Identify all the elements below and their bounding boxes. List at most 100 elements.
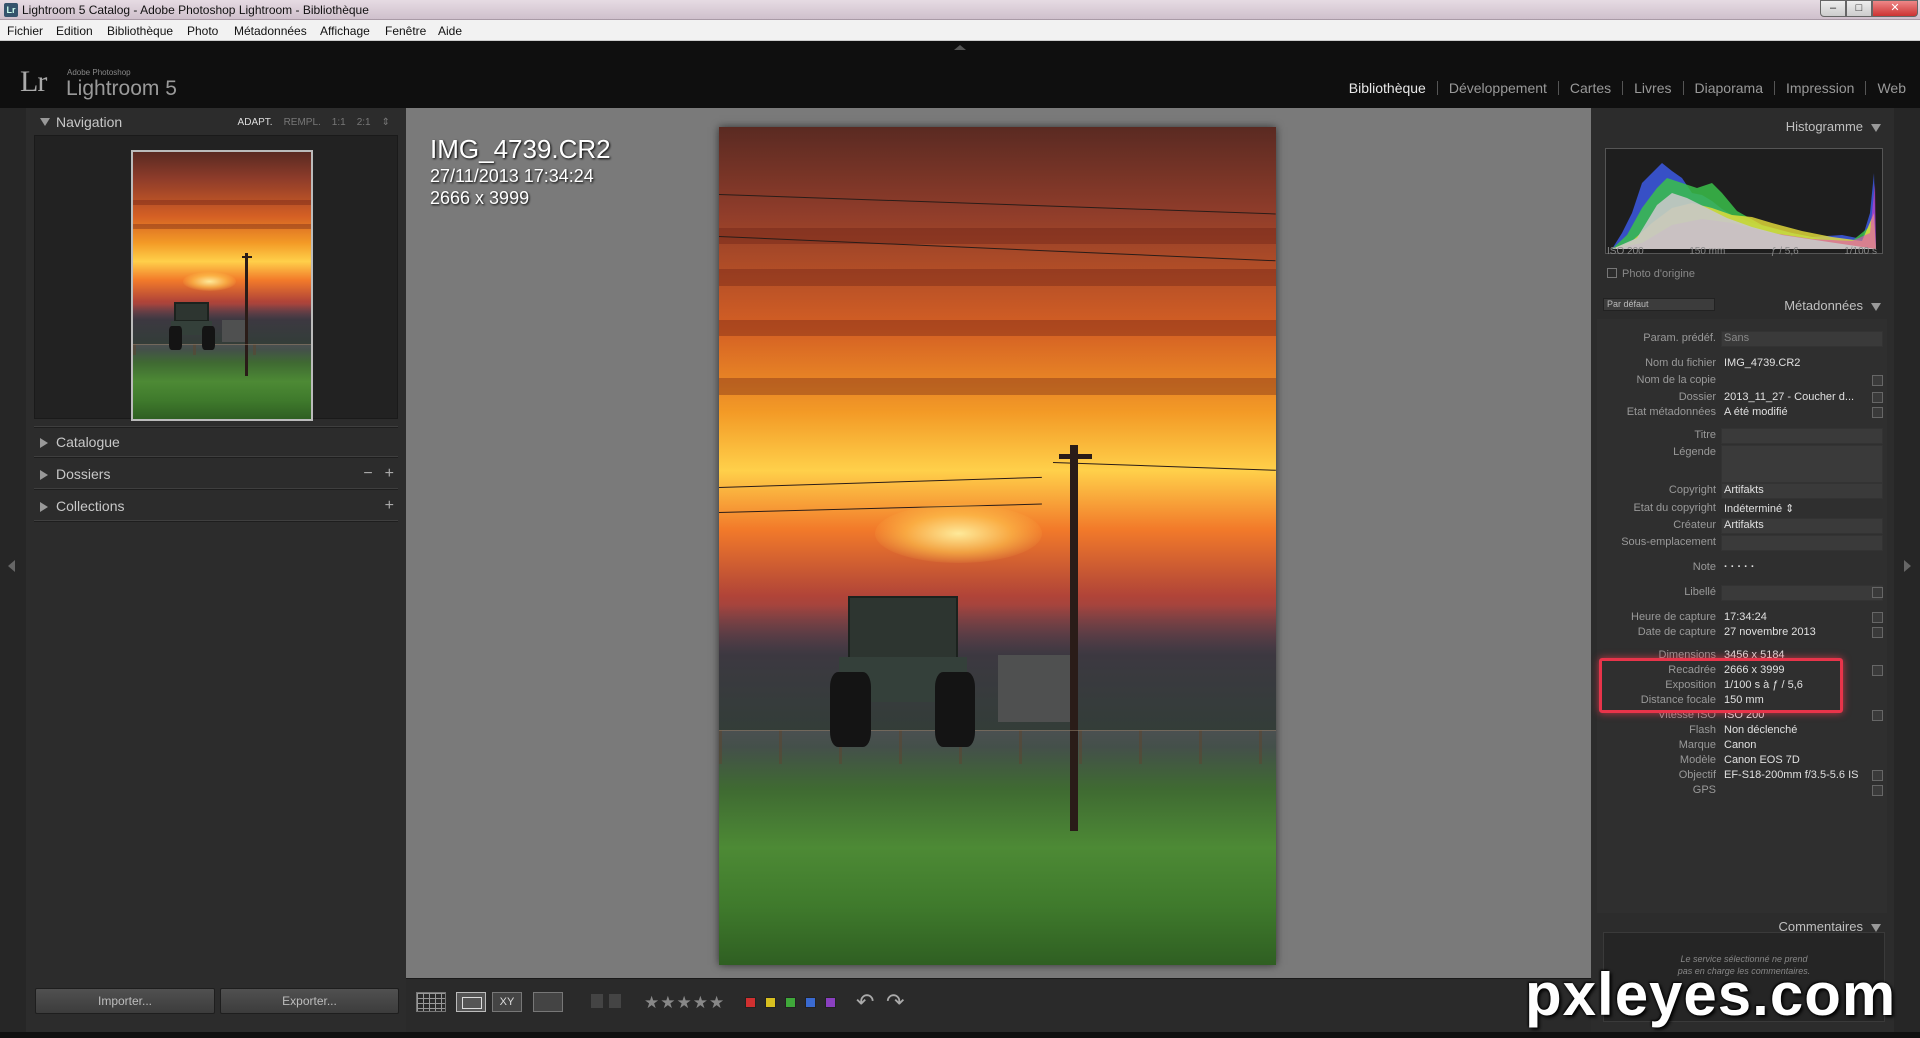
meta-value: Artifakts bbox=[1724, 519, 1764, 531]
add-collection-icon[interactable]: + bbox=[385, 497, 394, 515]
meta-action-icon[interactable] bbox=[1872, 770, 1883, 781]
dossiers-panel-header[interactable]: Dossiers − + bbox=[34, 464, 398, 486]
meta-action-icon[interactable] bbox=[1872, 612, 1883, 623]
right-panel-edge[interactable] bbox=[1894, 108, 1920, 1032]
flag-pick-icon[interactable] bbox=[591, 994, 603, 1008]
go-to-folder-icon[interactable] bbox=[1872, 392, 1883, 403]
collapse-right-icon[interactable] bbox=[1904, 560, 1911, 572]
module-web[interactable]: Web bbox=[1866, 81, 1906, 95]
module-livres[interactable]: Livres bbox=[1623, 81, 1684, 95]
meta-key: Créateur bbox=[1673, 519, 1716, 531]
meta-key: Modèle bbox=[1679, 754, 1716, 766]
menu-edition[interactable]: Edition bbox=[56, 24, 93, 38]
histogram[interactable] bbox=[1605, 148, 1883, 254]
menu-fenetre[interactable]: Fenêtre bbox=[385, 24, 426, 38]
minimize-button[interactable]: – bbox=[1820, 0, 1846, 17]
flag-reject-icon[interactable] bbox=[609, 994, 621, 1008]
meta-row-caption: Légende bbox=[1597, 445, 1887, 485]
zoom-fit[interactable]: ADAPT. bbox=[238, 117, 273, 128]
meta-action-icon[interactable] bbox=[1872, 375, 1883, 386]
module-bibliotheque[interactable]: Bibliothèque bbox=[1338, 81, 1438, 95]
menu-metadonnees[interactable]: Métadonnées bbox=[234, 24, 307, 38]
navigator-zoom-options: ADAPT. REMPL. 1:1 2:1 ⇕ bbox=[238, 117, 390, 128]
meta-row-lens: Objectif EF-S18-200mm f/3.5-5.6 IS bbox=[1597, 768, 1887, 784]
hist-aperture: ƒ / 5,6 bbox=[1770, 246, 1799, 257]
left-panel-edge[interactable] bbox=[0, 108, 26, 1032]
meta-action-icon[interactable] bbox=[1872, 407, 1883, 418]
collapse-left-icon[interactable] bbox=[8, 560, 15, 572]
original-photo-toggle[interactable]: Photo d'origine bbox=[1607, 268, 1695, 280]
remove-folder-icon[interactable]: − bbox=[363, 465, 372, 483]
meta-row-copyright: Copyright Artifakts bbox=[1597, 483, 1887, 499]
zoom-1-1[interactable]: 1:1 bbox=[332, 117, 346, 128]
meta-value: Non déclenché bbox=[1724, 724, 1798, 736]
left-panel: Navigation ADAPT. REMPL. 1:1 2:1 ⇕ Catal… bbox=[26, 108, 406, 1032]
meta-action-icon[interactable] bbox=[1872, 710, 1883, 721]
zoom-2-1[interactable]: 2:1 bbox=[357, 117, 371, 128]
rotate-left-icon[interactable]: ↶ bbox=[856, 989, 874, 1015]
title-field[interactable] bbox=[1721, 428, 1883, 444]
module-diaporama[interactable]: Diaporama bbox=[1684, 81, 1775, 95]
meta-value: 27 novembre 2013 bbox=[1724, 626, 1816, 638]
loupe-view[interactable]: IMG_4739.CR2 27/11/2013 17:34:24 2666 x … bbox=[406, 108, 1591, 978]
hist-iso: ISO 200 bbox=[1607, 246, 1644, 257]
zoom-fill[interactable]: REMPL. bbox=[284, 117, 321, 128]
meta-action-icon[interactable] bbox=[1872, 587, 1883, 598]
close-button[interactable]: ✕ bbox=[1872, 0, 1918, 17]
meta-row-flash: Flash Non déclenché bbox=[1597, 723, 1887, 739]
menu-bibliotheque[interactable]: Bibliothèque bbox=[107, 24, 173, 38]
meta-value: Sans bbox=[1724, 332, 1750, 344]
collections-panel-header[interactable]: Collections + bbox=[34, 496, 398, 518]
copyright-status-select[interactable]: Indéterminé ⇕ bbox=[1724, 502, 1794, 515]
module-impression[interactable]: Impression bbox=[1775, 81, 1867, 95]
collapsed-triangle-icon bbox=[40, 438, 48, 448]
export-button[interactable]: Exporter... bbox=[220, 988, 399, 1014]
meta-row-label: Libellé bbox=[1597, 585, 1887, 601]
metadata-title: Métadonnées bbox=[1784, 298, 1863, 313]
module-cartes[interactable]: Cartes bbox=[1559, 81, 1624, 95]
star-rating[interactable]: ★★★★★ bbox=[644, 993, 725, 1013]
navigator-thumbnail[interactable] bbox=[131, 150, 313, 421]
expanded-triangle-icon bbox=[40, 118, 50, 126]
filmstrip-edge[interactable] bbox=[0, 1032, 1920, 1038]
color-label-blue[interactable] bbox=[805, 997, 816, 1008]
rating-dots[interactable]: · · · · · bbox=[1724, 561, 1755, 573]
menu-fichier[interactable]: Fichier bbox=[7, 24, 43, 38]
zoom-more-icon[interactable]: ⇕ bbox=[382, 117, 390, 128]
main-photo[interactable] bbox=[719, 127, 1276, 965]
lightroom-app-icon: Lr bbox=[4, 3, 18, 17]
sublocation-field[interactable] bbox=[1721, 535, 1883, 551]
histogram-title: Histogramme bbox=[1785, 119, 1863, 134]
menu-photo[interactable]: Photo bbox=[187, 24, 218, 38]
meta-action-icon[interactable] bbox=[1872, 627, 1883, 638]
maximize-button[interactable]: □ bbox=[1846, 0, 1872, 17]
checkbox-icon[interactable] bbox=[1607, 268, 1617, 278]
label-field[interactable] bbox=[1721, 585, 1883, 601]
meta-action-icon[interactable] bbox=[1872, 665, 1883, 676]
survey-view-icon[interactable] bbox=[533, 992, 563, 1012]
menu-affichage[interactable]: Affichage bbox=[320, 24, 370, 38]
metadata-panel-header[interactable]: Métadonnées bbox=[1597, 295, 1887, 315]
menu-aide[interactable]: Aide bbox=[438, 24, 462, 38]
compare-view-icon[interactable]: XY bbox=[492, 992, 522, 1012]
rotate-right-icon[interactable]: ↷ bbox=[886, 989, 904, 1015]
import-button[interactable]: Importer... bbox=[35, 988, 215, 1014]
meta-value[interactable]: IMG_4739.CR2 bbox=[1724, 357, 1800, 369]
loupe-view-icon[interactable] bbox=[456, 992, 486, 1012]
navigation-panel-header[interactable]: Navigation ADAPT. REMPL. 1:1 2:1 ⇕ bbox=[34, 112, 398, 134]
brand-name: Lightroom 5 bbox=[66, 77, 177, 100]
grid-view-icon[interactable] bbox=[416, 992, 446, 1012]
catalogue-panel-header[interactable]: Catalogue bbox=[34, 432, 398, 454]
module-picker: Bibliothèque Développement Cartes Livres… bbox=[1338, 81, 1906, 95]
color-label-purple[interactable] bbox=[825, 997, 836, 1008]
add-folder-icon[interactable]: + bbox=[385, 465, 394, 483]
color-label-green[interactable] bbox=[785, 997, 796, 1008]
caption-field[interactable] bbox=[1721, 445, 1883, 483]
top-panel-toggle-icon[interactable] bbox=[954, 45, 966, 50]
meta-key: GPS bbox=[1692, 784, 1716, 796]
color-label-red[interactable] bbox=[745, 997, 756, 1008]
histogram-panel-header[interactable]: Histogramme bbox=[1597, 116, 1887, 136]
meta-action-icon[interactable] bbox=[1872, 785, 1883, 796]
module-developpement[interactable]: Développement bbox=[1438, 81, 1559, 95]
color-label-yellow[interactable] bbox=[765, 997, 776, 1008]
